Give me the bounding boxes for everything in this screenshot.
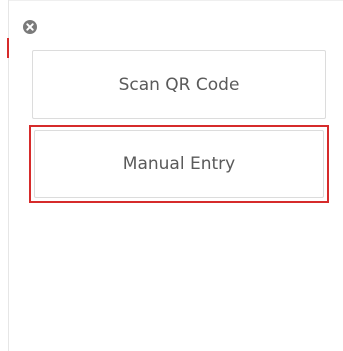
scan-qr-code-button[interactable]: Scan QR Code: [32, 50, 326, 119]
close-icon[interactable]: [23, 20, 37, 34]
manual-entry-label: Manual Entry: [122, 154, 236, 174]
scan-qr-code-label: Scan QR Code: [118, 74, 240, 95]
qr-options-panel: Scan QR Code Manual Entry: [0, 0, 343, 351]
panel-top-border: [8, 0, 343, 1]
selection-accent-mark: [7, 38, 9, 58]
close-x-glyph: [26, 23, 34, 31]
manual-entry-inner: Manual Entry: [34, 130, 324, 198]
manual-entry-button[interactable]: Manual Entry: [29, 125, 329, 203]
